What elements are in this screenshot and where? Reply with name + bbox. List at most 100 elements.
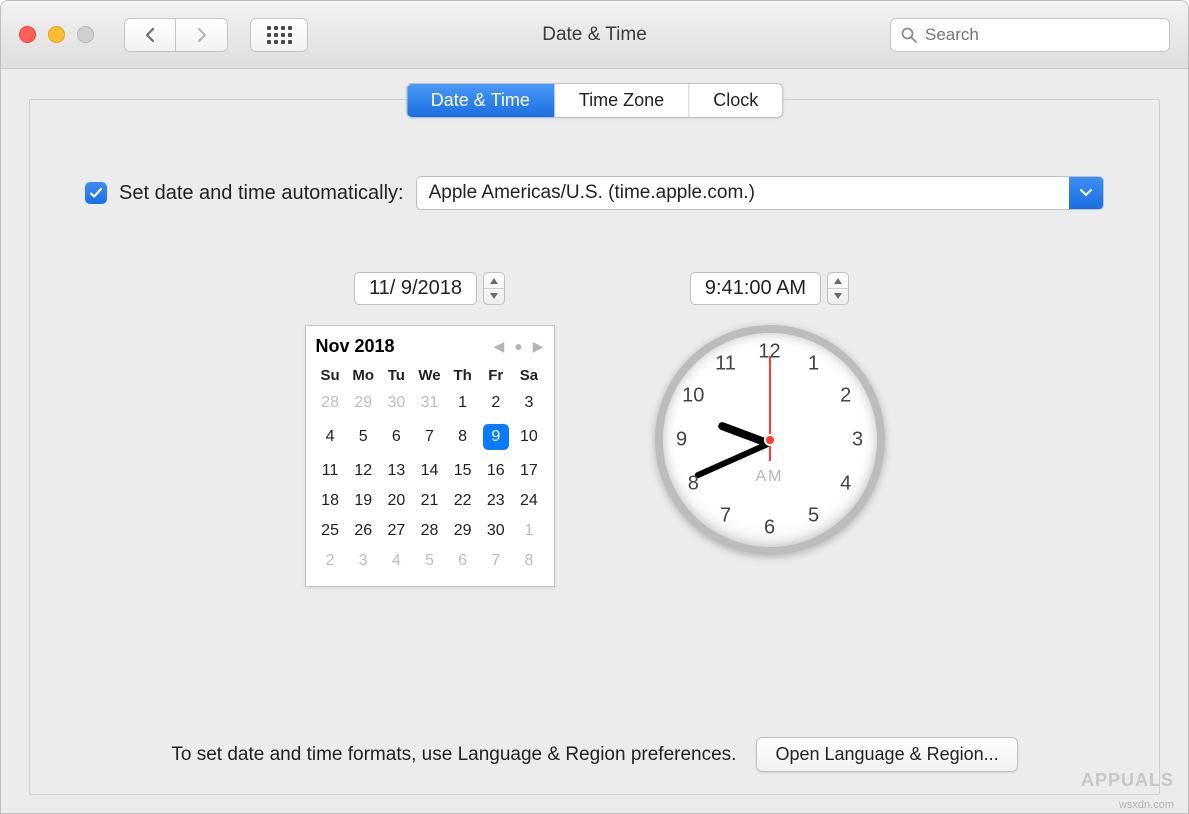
calendar-day[interactable]: 7	[413, 418, 446, 456]
tab-clock[interactable]: Clock	[688, 84, 782, 117]
calendar-day[interactable]: 13	[380, 456, 413, 486]
calendar-day[interactable]: 14	[413, 456, 446, 486]
time-server-select[interactable]: Apple Americas/U.S. (time.apple.com.)	[416, 176, 1104, 210]
caret-down-icon	[834, 293, 842, 299]
clock-numeral: 9	[676, 429, 687, 452]
calendar-day[interactable]: 8	[512, 546, 545, 576]
checkmark-icon	[89, 186, 103, 200]
main-panel: Date & Time Time Zone Clock Set date and…	[29, 99, 1160, 795]
clock-numeral: 11	[715, 352, 736, 375]
calendar-day[interactable]: 20	[380, 486, 413, 516]
calendar-day[interactable]: 17	[512, 456, 545, 486]
calendar-day[interactable]: 10	[512, 418, 545, 456]
calendar-day[interactable]: 31	[413, 388, 446, 418]
show-all-button[interactable]	[250, 18, 308, 52]
clock-numeral: 1	[808, 352, 819, 375]
calendar-day[interactable]: 1	[446, 388, 479, 418]
preferences-window: Date & Time Date & Time Time Zone Clock …	[0, 0, 1189, 814]
calendar-day[interactable]: 2	[314, 546, 347, 576]
calendar-nav: ◀ ● ▶	[493, 338, 543, 355]
calendar-weekday: Su	[314, 363, 347, 388]
search-icon	[901, 27, 917, 43]
nav-buttons	[124, 18, 228, 52]
clock-numeral: 5	[808, 505, 819, 528]
clock-ampm: AM	[756, 468, 784, 486]
clock-numeral: 6	[764, 517, 775, 540]
calendar-day[interactable]: 5	[413, 546, 446, 576]
calendar-day[interactable]: 5	[347, 418, 380, 456]
calendar-today-button[interactable]: ●	[514, 338, 522, 355]
dropdown-button[interactable]	[1069, 177, 1103, 209]
search-field[interactable]	[890, 18, 1170, 52]
calendar-day[interactable]: 1	[512, 516, 545, 546]
calendar-day[interactable]: 12	[347, 456, 380, 486]
calendar-day[interactable]: 22	[446, 486, 479, 516]
calendar-day[interactable]: 23	[479, 486, 512, 516]
calendar-day[interactable]: 28	[413, 516, 446, 546]
date-step-down[interactable]	[484, 288, 504, 303]
time-stepper: 9:41:00 AM	[690, 272, 849, 305]
calendar-month-label: Nov 2018	[316, 336, 395, 357]
auto-set-checkbox[interactable]	[85, 182, 107, 204]
back-button[interactable]	[124, 18, 176, 52]
calendar-day[interactable]: 3	[347, 546, 380, 576]
auto-set-label: Set date and time automatically:	[119, 182, 404, 205]
minimize-window-button[interactable]	[48, 26, 65, 43]
calendar-day[interactable]: 4	[380, 546, 413, 576]
calendar-day[interactable]: 16	[479, 456, 512, 486]
open-language-region-button[interactable]: Open Language & Region...	[756, 737, 1017, 772]
tab-date-time[interactable]: Date & Time	[407, 84, 554, 117]
date-step-up[interactable]	[484, 273, 504, 288]
calendar-day[interactable]: 19	[347, 486, 380, 516]
calendar-grid: SuMoTuWeThFrSa 2829303112345678910111213…	[314, 363, 546, 576]
clock-numeral: 2	[840, 385, 851, 408]
titlebar: Date & Time	[1, 1, 1188, 69]
clock-numeral: 12	[758, 341, 780, 364]
calendar-weekday: Mo	[347, 363, 380, 388]
calendar-day[interactable]: 26	[347, 516, 380, 546]
calendar-day[interactable]: 3	[512, 388, 545, 418]
forward-button[interactable]	[176, 18, 228, 52]
calendar-day[interactable]: 6	[380, 418, 413, 456]
calendar-day[interactable]: 4	[314, 418, 347, 456]
calendar-day[interactable]: 11	[314, 456, 347, 486]
calendar-day[interactable]: 21	[413, 486, 446, 516]
calendar-day[interactable]: 8	[446, 418, 479, 456]
calendar-day[interactable]: 6	[446, 546, 479, 576]
time-field[interactable]: 9:41:00 AM	[690, 272, 821, 305]
calendar-day[interactable]: 30	[380, 388, 413, 418]
calendar-day[interactable]: 25	[314, 516, 347, 546]
second-hand	[769, 356, 771, 441]
date-stepper-buttons	[483, 272, 505, 305]
calendar-day[interactable]: 18	[314, 486, 347, 516]
calendar-day[interactable]: 7	[479, 546, 512, 576]
calendar-day[interactable]: 30	[479, 516, 512, 546]
zoom-window-button[interactable]	[77, 26, 94, 43]
calendar: Nov 2018 ◀ ● ▶ SuMoTuWeThFrSa 2829303112…	[305, 325, 555, 587]
calendar-day[interactable]: 29	[347, 388, 380, 418]
calendar-day[interactable]: 24	[512, 486, 545, 516]
date-time-columns: 11/ 9/2018 Nov 2018 ◀ ● ▶	[85, 272, 1104, 587]
clock-center-dot	[764, 434, 776, 446]
footer-hint: To set date and time formats, use Langua…	[171, 744, 736, 766]
time-step-up[interactable]	[828, 273, 848, 288]
calendar-prev-button[interactable]: ◀	[493, 338, 504, 355]
calendar-day[interactable]: 9	[479, 418, 512, 456]
close-window-button[interactable]	[19, 26, 36, 43]
time-step-down[interactable]	[828, 288, 848, 303]
analog-clock[interactable]: AM 123456789101112	[655, 325, 885, 555]
calendar-day[interactable]: 15	[446, 456, 479, 486]
calendar-day[interactable]: 2	[479, 388, 512, 418]
calendar-day[interactable]: 29	[446, 516, 479, 546]
clock-face: AM 123456789101112	[655, 325, 885, 555]
calendar-next-button[interactable]: ▶	[533, 338, 544, 355]
tab-time-zone[interactable]: Time Zone	[554, 84, 688, 117]
date-column: 11/ 9/2018 Nov 2018 ◀ ● ▶	[305, 272, 555, 587]
calendar-weekday: Sa	[512, 363, 545, 388]
calendar-day[interactable]: 27	[380, 516, 413, 546]
search-input[interactable]	[925, 25, 1159, 45]
tab-selector: Date & Time Time Zone Clock	[406, 83, 783, 118]
date-field[interactable]: 11/ 9/2018	[354, 272, 477, 305]
clock-numeral: 3	[852, 429, 863, 452]
calendar-day[interactable]: 28	[314, 388, 347, 418]
